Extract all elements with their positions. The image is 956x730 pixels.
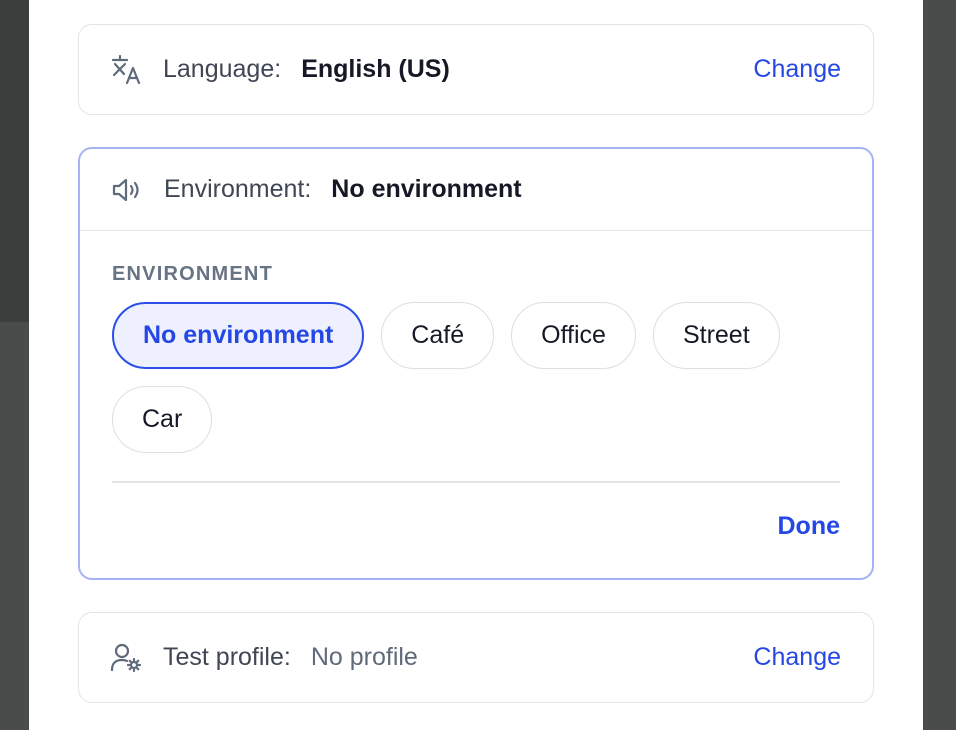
language-value: English (US) <box>301 55 450 83</box>
environment-section-title: ENVIRONMENT <box>112 263 273 285</box>
environment-option-street[interactable]: Street <box>652 302 780 369</box>
environment-header[interactable]: Environment: No environment <box>80 149 872 231</box>
test-profile-label: Test profile: <box>163 643 291 671</box>
test-profile-card: Test profile: No profile Change <box>78 612 874 703</box>
environment-option-office[interactable]: Office <box>511 302 636 369</box>
user-settings-icon <box>109 640 145 676</box>
language-label: Language: <box>163 55 282 83</box>
environment-label: Environment: <box>164 175 312 203</box>
translate-icon <box>109 52 145 88</box>
language-card: Language: English (US) Change <box>78 24 874 115</box>
test-profile-value: No profile <box>310 643 418 671</box>
change-language-button[interactable]: Change <box>753 55 841 84</box>
environment-options: No environment Café Office Street Car <box>112 302 832 453</box>
speaker-icon <box>110 172 146 208</box>
environment-card: Environment: No environment ENVIRONMENT … <box>78 147 874 580</box>
change-profile-button[interactable]: Change <box>753 643 841 672</box>
environment-value: No environment <box>331 175 522 203</box>
environment-option-no-environment[interactable]: No environment <box>112 302 365 369</box>
environment-option-car[interactable]: Car <box>112 386 213 453</box>
done-button[interactable]: Done <box>778 512 841 541</box>
environment-option-cafe[interactable]: Café <box>381 302 495 369</box>
